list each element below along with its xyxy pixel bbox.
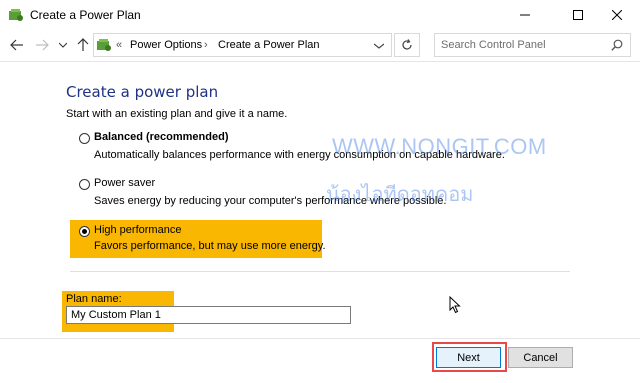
intro-text: Start with an existing plan and give it …: [66, 108, 288, 120]
recent-locations-chevron-icon[interactable]: [57, 36, 69, 54]
title-bar: Create a Power Plan: [0, 0, 640, 30]
plan-name-high-performance: High performance: [94, 224, 182, 236]
power-options-icon: [96, 37, 112, 53]
search-box[interactable]: Search Control Panel: [434, 33, 631, 57]
window-title: Create a Power Plan: [30, 8, 141, 22]
navigation-bar: « Power Options › Create a Power Plan Se…: [0, 30, 640, 62]
breadcrumb-separator[interactable]: ›: [204, 39, 208, 51]
forward-arrow-icon[interactable]: [33, 36, 51, 54]
mouse-cursor-icon: [449, 295, 461, 317]
refresh-button[interactable]: [394, 33, 420, 57]
search-placeholder: Search Control Panel: [441, 39, 546, 51]
address-dropdown-chevron-icon[interactable]: [372, 39, 386, 53]
radio-power-saver[interactable]: [79, 179, 90, 190]
watermark-url: WWW.NONGIT.COM: [332, 134, 547, 159]
breadcrumb-overflow-icon[interactable]: «: [116, 39, 122, 51]
watermark-thai: น้องไอทีดอทคอม: [326, 184, 474, 206]
next-button[interactable]: Next: [436, 347, 501, 368]
page-title: Create a power plan: [66, 83, 219, 101]
radio-balanced[interactable]: [79, 133, 90, 144]
plan-option-high-performance[interactable]: High performance Favors performance, but…: [70, 220, 326, 258]
divider: [70, 271, 570, 272]
cancel-button[interactable]: Cancel: [508, 347, 573, 368]
plan-description-high-performance: Favors performance, but may use more ene…: [94, 240, 326, 252]
search-icon[interactable]: [611, 39, 623, 54]
back-arrow-icon[interactable]: [8, 36, 26, 54]
minimize-button[interactable]: [502, 0, 548, 30]
plan-name-power-saver: Power saver: [94, 177, 156, 189]
plan-name-balanced: Balanced (recommended): [94, 131, 229, 143]
plan-name-label: Plan name:: [66, 293, 122, 305]
refresh-icon: [402, 39, 412, 50]
plan-name-field[interactable]: [66, 306, 351, 324]
breadcrumb-power-options[interactable]: Power Options: [130, 39, 202, 51]
power-options-icon: [8, 7, 24, 23]
up-arrow-icon[interactable]: [74, 36, 92, 54]
radio-high-performance[interactable]: [79, 226, 90, 237]
address-bar[interactable]: « Power Options › Create a Power Plan: [93, 33, 392, 57]
close-button[interactable]: [594, 0, 640, 30]
breadcrumb-create-power-plan[interactable]: Create a Power Plan: [218, 39, 320, 51]
